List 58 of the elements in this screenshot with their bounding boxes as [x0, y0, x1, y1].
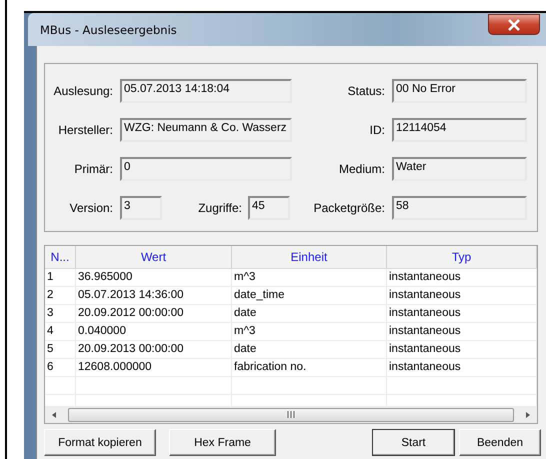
field-label: Primär:: [73, 162, 113, 176]
dialog-button[interactable]: Hex Frame: [169, 429, 276, 456]
dialog-button[interactable]: Beenden: [459, 429, 541, 456]
input-field[interactable]: 05.07.2013 14:18:04: [120, 79, 292, 103]
input-field[interactable]: 45: [248, 196, 290, 220]
table-cell: fabrication no.: [232, 359, 387, 376]
grip-icon: [287, 411, 295, 418]
table-cell: 20.09.2013 00:00:00: [76, 341, 232, 358]
field-label: ID:: [368, 123, 385, 137]
table-cell: m^3: [232, 269, 387, 286]
field-label: Zugriffe:: [197, 201, 242, 215]
table-cell: instantaneous: [387, 269, 537, 286]
table-cell: date_time: [232, 287, 387, 304]
table-cell: 0.040000: [76, 323, 232, 340]
dialog-button[interactable]: Format kopieren: [44, 429, 156, 456]
window-title: MBus - Ausleseergebnis: [40, 22, 177, 36]
horizontal-scrollbar[interactable]: [45, 406, 537, 423]
table-cell: 4: [45, 323, 76, 340]
field-label: Version:: [68, 201, 113, 215]
table-cell: 20.09.2012 00:00:00: [76, 305, 232, 322]
scroll-left-icon[interactable]: [50, 410, 58, 418]
table-cell: 12608.000000: [76, 359, 232, 376]
dialog-button[interactable]: Start: [372, 429, 455, 456]
table-cell: 5: [45, 341, 76, 358]
field-label: Hersteller:: [57, 123, 113, 137]
field-label: Medium:: [338, 162, 385, 176]
input-field[interactable]: 0: [120, 157, 292, 181]
table-cell: instantaneous: [387, 287, 537, 304]
input-field[interactable]: 3: [120, 196, 162, 220]
input-field[interactable]: Water: [392, 157, 527, 181]
input-field[interactable]: 58: [392, 196, 527, 220]
table-cell: date: [232, 305, 387, 322]
column-header[interactable]: Typ: [387, 246, 537, 268]
field-label: Status:: [346, 84, 385, 98]
table-cell: instantaneous: [387, 341, 537, 358]
input-field[interactable]: 12114054: [392, 118, 527, 142]
column-header[interactable]: Einheit: [232, 246, 387, 268]
input-field[interactable]: 00 No Error: [392, 79, 527, 103]
close-button[interactable]: [488, 14, 540, 35]
table-cell: 05.07.2013 14:36:00: [76, 287, 232, 304]
scroll-right-icon[interactable]: [524, 410, 532, 418]
input-field[interactable]: WZG: Neumann & Co. Wasserz: [120, 118, 292, 142]
close-icon: [507, 18, 521, 30]
field-label: Auslesung:: [52, 84, 113, 98]
table-cell: m^3: [232, 323, 387, 340]
table-cell: instantaneous: [387, 323, 537, 340]
table-cell: instantaneous: [387, 359, 537, 376]
column-header[interactable]: N...: [45, 246, 76, 268]
table-cell: 36.965000: [76, 269, 232, 286]
table-cell: date: [232, 341, 387, 358]
scrollbar-thumb[interactable]: [68, 408, 514, 422]
field-label: Packetgröße:: [312, 201, 385, 215]
table-cell: 3: [45, 305, 76, 322]
column-header[interactable]: Wert: [76, 246, 232, 268]
table-cell: instantaneous: [387, 305, 537, 322]
table-cell: 6: [45, 359, 76, 376]
table-cell: 1: [45, 269, 76, 286]
table-cell: 2: [45, 287, 76, 304]
